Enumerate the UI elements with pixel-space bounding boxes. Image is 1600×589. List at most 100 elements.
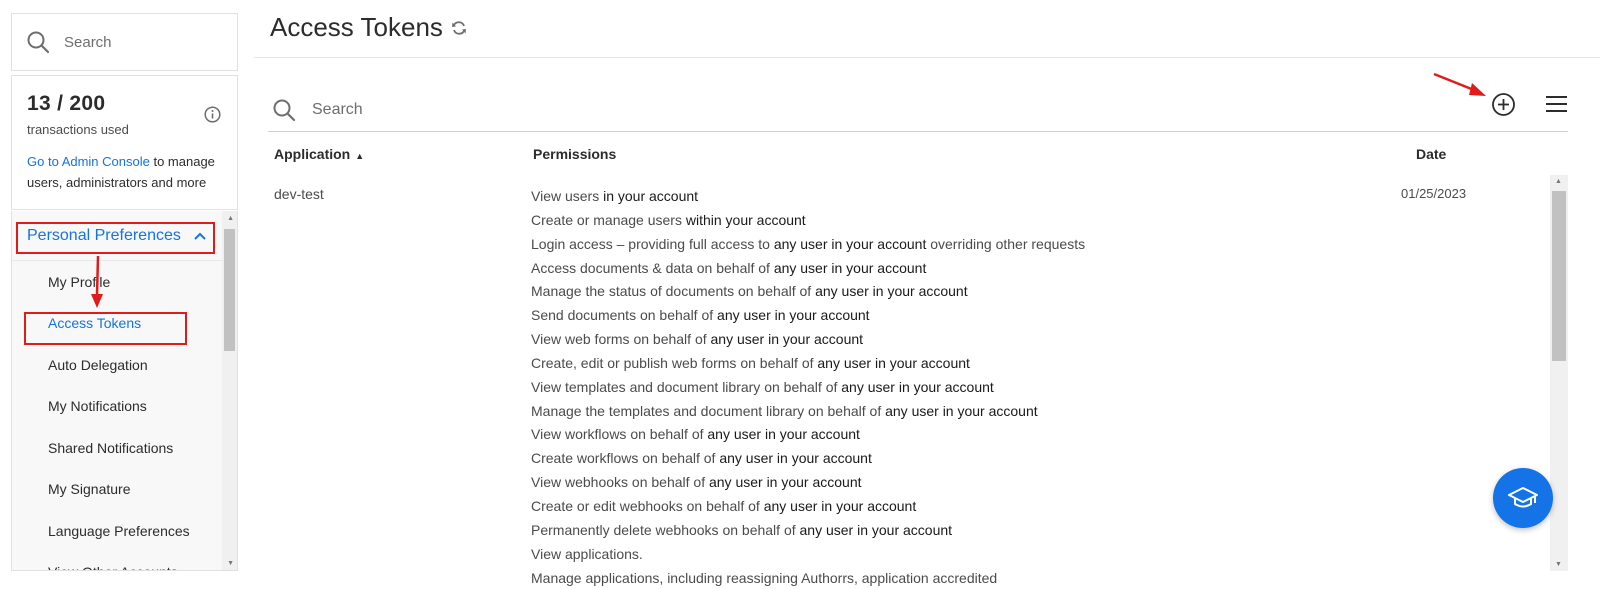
nav-items: My Profile Access Tokens Auto Delegation…	[12, 261, 237, 570]
permission-text: any user in your account	[708, 474, 862, 491]
search-icon	[27, 31, 50, 54]
sidebar-item-shared-notifications[interactable]: Shared Notifications	[12, 427, 222, 469]
scroll-up-arrow-icon[interactable]: ▲	[1555, 178, 1562, 185]
permission-line: Login access – providing full access to …	[531, 233, 1085, 257]
sidebar-search-placeholder: Search	[64, 33, 112, 51]
permission-text: any user in your account	[817, 354, 970, 371]
tokens-search-placeholder: Search	[312, 100, 363, 118]
permission-text: any user in your account	[717, 307, 870, 324]
permission-line: Send documents on behalf of any user in …	[531, 304, 1085, 328]
sidebar-scrollbar-thumb[interactable]	[224, 229, 235, 351]
permission-text: any user in your account	[707, 426, 860, 443]
permission-line: Create workflows on behalf of any user i…	[531, 447, 1085, 471]
title-divider	[254, 57, 1600, 58]
add-circle-icon[interactable]	[1491, 92, 1516, 117]
permission-text: any user in your account	[763, 497, 917, 514]
permission-line: View web forms on behalf of any user in …	[531, 328, 1085, 352]
permission-text: Manage applications, including reassigni…	[531, 569, 998, 586]
permission-line: Access documents & data on behalf of any…	[531, 257, 1085, 281]
hamburger-menu-icon[interactable]	[1545, 94, 1567, 114]
transactions-count: 13 / 200	[27, 92, 106, 115]
permission-line: Manage applications, including reassigni…	[531, 567, 1085, 589]
scroll-up-arrow-icon[interactable]: ▲	[227, 215, 234, 222]
permission-text: Create or manage users	[531, 211, 682, 228]
sidebar-nav: Personal Preferences My Profile Access T…	[11, 211, 238, 571]
admin-console-text: Go to Admin Console to manage users, adm…	[27, 151, 222, 193]
annotation-box-access-tokens	[24, 312, 187, 345]
permission-line: Permanently delete webhooks on behalf of…	[531, 519, 1085, 543]
permission-text: View web forms on behalf of	[531, 331, 711, 348]
permission-line: Manage the status of documents on behalf…	[531, 280, 1085, 304]
column-header-permissions: Permissions	[533, 146, 617, 162]
graduation-cap-icon	[1508, 487, 1538, 508]
sidebar-item-my-signature[interactable]: My Signature	[12, 469, 222, 511]
cell-permissions: View users in your account Create or mana…	[531, 185, 1085, 589]
cell-date: 01/25/2023	[1401, 186, 1467, 201]
cell-application: dev-test	[274, 186, 324, 202]
permission-line: Manage the templates and document librar…	[531, 400, 1085, 424]
permission-text: View applications.	[531, 545, 643, 562]
transactions-card: 13 / 200 transactions used Go to Admin C…	[11, 75, 238, 210]
permission-text: any user in your account	[719, 450, 872, 467]
column-header-date: Date	[1416, 146, 1447, 162]
permission-text: any user in your account	[841, 378, 994, 395]
sidebar-scrollbar[interactable]: ▲ ▼	[222, 211, 237, 570]
tokens-search[interactable]: Search	[268, 88, 1568, 132]
permission-text: View templates and document library on b…	[531, 378, 842, 395]
permission-line: View users in your account	[531, 185, 1085, 209]
sidebar-item-language-preferences[interactable]: Language Preferences	[12, 510, 222, 552]
table-header: Application ▲ Permissions Date	[268, 137, 1568, 171]
permission-text: any user in your account	[799, 521, 953, 538]
permission-text: Permanently delete webhooks on behalf of	[531, 521, 800, 538]
help-learning-button[interactable]	[1493, 468, 1553, 528]
permission-line: Create, edit or publish web forms on beh…	[531, 352, 1085, 376]
permission-text: View workflows on behalf of	[531, 426, 708, 443]
sidebar-item-my-notifications[interactable]: My Notifications	[12, 386, 222, 428]
main-scrollbar[interactable]: ▲ ▼	[1550, 175, 1568, 571]
transactions-label: transactions used	[27, 122, 129, 137]
page-title: Access Tokens	[270, 12, 467, 43]
permission-text: any user in your account	[815, 283, 968, 300]
info-icon[interactable]	[204, 106, 221, 123]
permission-text: any user in your account	[773, 235, 927, 252]
scroll-down-arrow-icon[interactable]: ▼	[1555, 561, 1562, 568]
annotation-arrow-down	[91, 255, 103, 308]
annotation-box-personal-preferences	[16, 222, 215, 254]
permission-text: in your account	[599, 188, 699, 204]
permission-line: Create or manage users within your accou…	[531, 209, 1085, 233]
page-title-text: Access Tokens	[270, 12, 443, 42]
permission-line: View applications.	[531, 543, 1085, 567]
permission-text: View webhooks on behalf of	[531, 474, 709, 491]
permission-text: Manage the templates and document librar…	[531, 402, 886, 419]
permission-text: Access documents & data on behalf of	[531, 259, 774, 276]
permission-line: View workflows on behalf of any user in …	[531, 423, 1085, 447]
permission-line: Create or edit webhooks on behalf of any…	[531, 495, 1085, 519]
sidebar-item-auto-delegation[interactable]: Auto Delegation	[12, 344, 222, 386]
sidebar-search[interactable]: Search	[11, 13, 238, 71]
permission-text: any user in your account	[773, 259, 927, 276]
sidebar-item-my-profile[interactable]: My Profile	[12, 261, 222, 303]
search-icon	[273, 99, 296, 121]
permission-text: Create, edit or publish web forms on beh…	[531, 354, 818, 371]
annotation-arrow-add	[1433, 72, 1486, 96]
table-row[interactable]: dev-test View users in your account Creat…	[268, 172, 1550, 589]
sidebar-item-view-other-accounts[interactable]: View Other Accounts	[12, 552, 222, 570]
permission-text: any user in your account	[885, 402, 1038, 419]
permission-text: within your account	[681, 211, 806, 228]
permission-text: Manage the status of documents on behalf…	[531, 283, 816, 300]
sort-ascending-icon: ▲	[355, 151, 365, 161]
permission-text: any user in your account	[710, 331, 864, 348]
permission-text: Send documents on behalf of	[531, 307, 718, 324]
permission-text: Create workflows on behalf of	[531, 450, 720, 467]
admin-console-link[interactable]: Go to Admin Console	[27, 154, 150, 169]
permission-text: Create or edit webhooks on behalf of	[531, 497, 764, 514]
permission-text: overriding other requests	[926, 235, 1086, 252]
column-header-application[interactable]: Application ▲	[274, 146, 364, 162]
scroll-down-arrow-icon[interactable]: ▼	[227, 560, 234, 567]
permission-line: View webhooks on behalf of any user in y…	[531, 471, 1085, 495]
permission-text: View users	[531, 188, 600, 204]
main-scrollbar-thumb[interactable]	[1552, 191, 1566, 361]
refresh-icon[interactable]	[451, 20, 467, 36]
permission-text: Login access – providing full access to	[531, 235, 774, 252]
permission-line: View templates and document library on b…	[531, 376, 1085, 400]
